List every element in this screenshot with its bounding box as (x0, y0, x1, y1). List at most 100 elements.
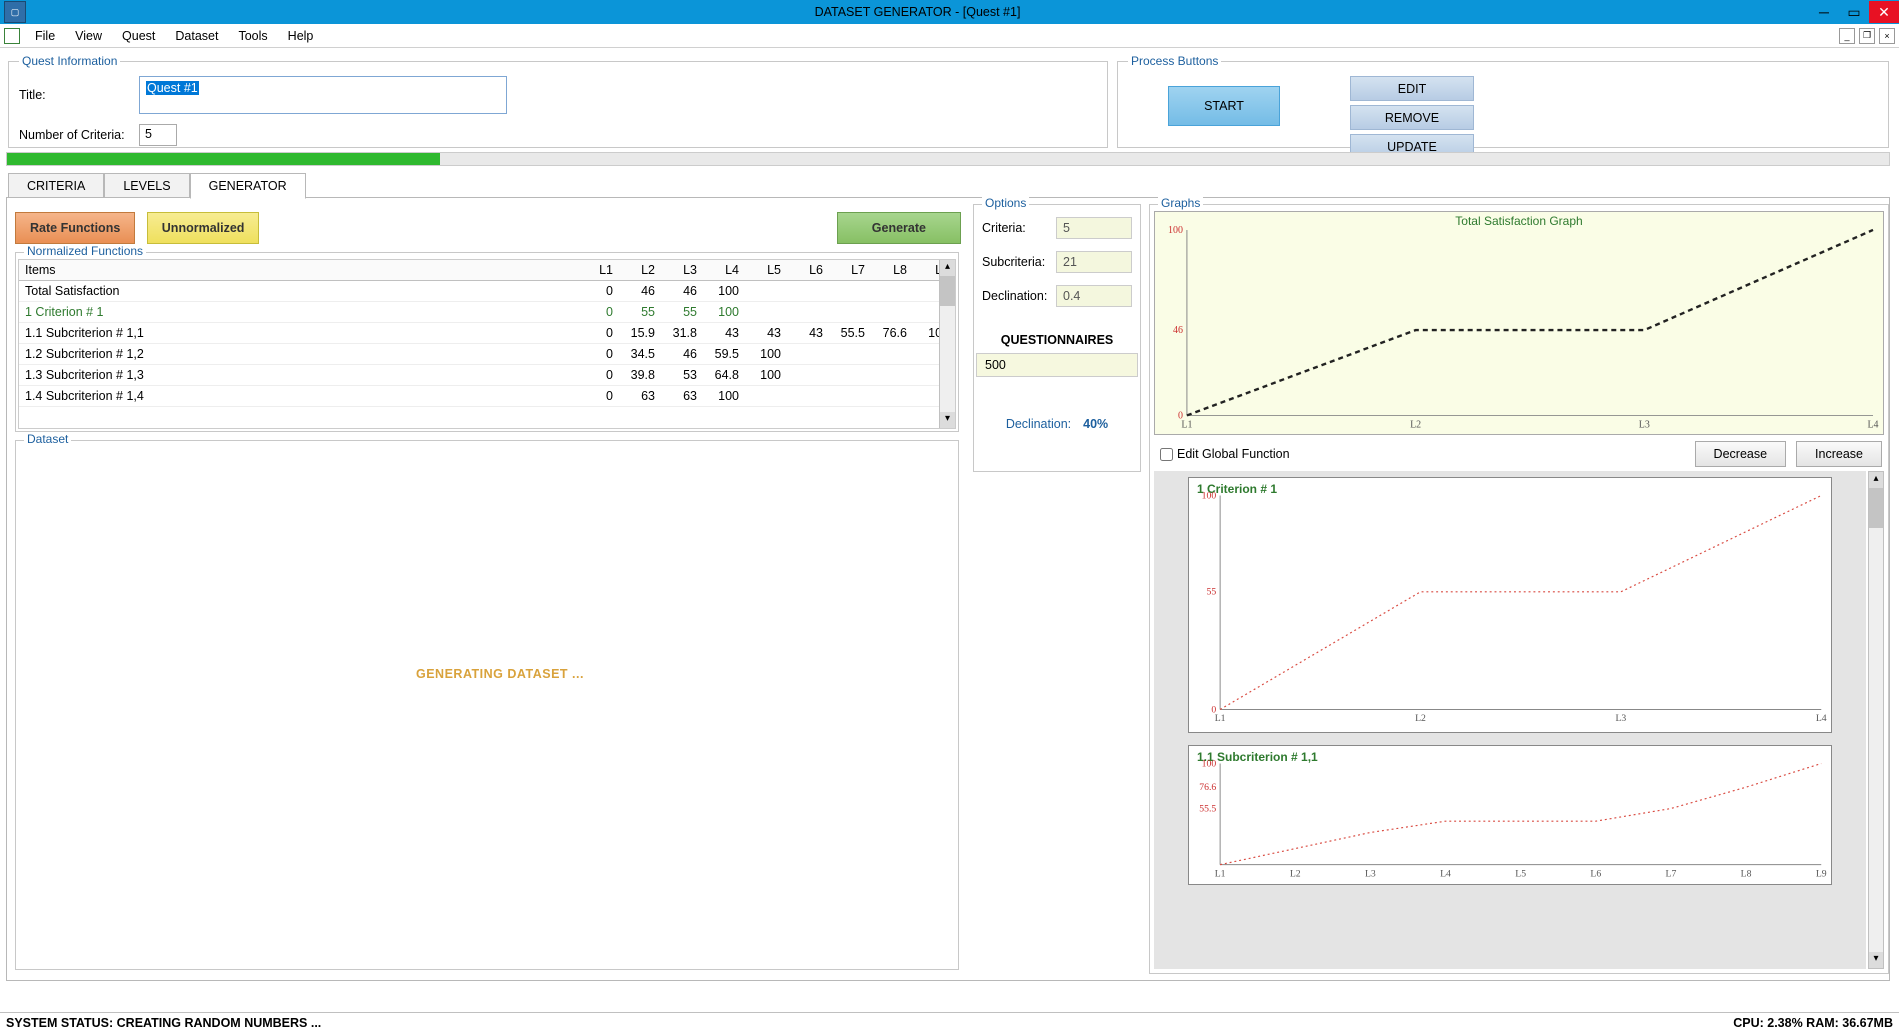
grid-header[interactable]: L4 (703, 260, 745, 281)
unnormalized-button[interactable]: Unnormalized (147, 212, 260, 244)
num-criteria-input[interactable]: 5 (139, 124, 177, 146)
declination-percent-label: Declination: (1006, 417, 1071, 431)
svg-text:L6: L6 (1590, 868, 1601, 879)
cell-value: 100 (703, 302, 745, 323)
cell-value (787, 281, 829, 302)
questionnaires-value[interactable]: 500 (976, 353, 1138, 377)
normalized-functions-legend: Normalized Functions (24, 244, 146, 258)
start-button[interactable]: START (1168, 86, 1280, 126)
remove-button[interactable]: REMOVE (1350, 105, 1474, 130)
generate-button[interactable]: Generate (837, 212, 961, 244)
svg-text:L3: L3 (1639, 419, 1650, 430)
svg-text:46: 46 (1173, 325, 1183, 336)
rate-functions-button[interactable]: Rate Functions (15, 212, 135, 244)
edit-global-function-label: Edit Global Function (1177, 447, 1290, 461)
tab-generator[interactable]: GENERATOR (190, 173, 306, 199)
progress-bar (6, 152, 1890, 166)
svg-text:L4: L4 (1867, 419, 1878, 430)
svg-text:L5: L5 (1515, 868, 1526, 879)
cell-value: 0 (577, 281, 619, 302)
cell-value (829, 281, 871, 302)
scroll-thumb[interactable] (940, 276, 955, 306)
cell-value: 0 (577, 365, 619, 386)
scroll-down-icon[interactable]: ▾ (940, 412, 955, 428)
edit-global-function-checkbox[interactable]: Edit Global Function (1156, 445, 1290, 464)
grid-header[interactable]: L3 (661, 260, 703, 281)
decrease-button[interactable]: Decrease (1695, 441, 1787, 467)
options-declination-value: 0.4 (1056, 285, 1132, 307)
options-subcriteria-label: Subcriteria: (982, 255, 1056, 269)
increase-button[interactable]: Increase (1796, 441, 1882, 467)
cell-value (745, 302, 787, 323)
svg-text:L4: L4 (1816, 713, 1827, 724)
cell-value: 31.8 (661, 323, 703, 344)
scroll-up-icon[interactable]: ▴ (1869, 472, 1883, 488)
grid-header[interactable]: L2 (619, 260, 661, 281)
mdi-minimize-button[interactable]: _ (1839, 28, 1855, 44)
process-buttons-legend: Process Buttons (1128, 54, 1221, 68)
grid-header[interactable]: L8 (871, 260, 913, 281)
menu-file[interactable]: File (26, 27, 64, 45)
cell-value: 43 (745, 323, 787, 344)
svg-text:L9: L9 (1816, 868, 1827, 879)
menu-quest[interactable]: Quest (113, 27, 164, 45)
grid-scrollbar[interactable]: ▴ ▾ (939, 260, 955, 428)
cell-value: 55 (661, 302, 703, 323)
edit-button[interactable]: EDIT (1350, 76, 1474, 101)
grid-header[interactable]: L1 (577, 260, 619, 281)
normalized-functions-grid[interactable]: ItemsL1L2L3L4L5L6L7L8L9 Total Satisfacti… (18, 259, 956, 429)
options-subcriteria-value: 21 (1056, 251, 1132, 273)
grid-header[interactable]: Items (19, 260, 577, 281)
process-buttons-group: Process Buttons START EDIT REMOVE UPDATE (1117, 54, 1889, 148)
progress-fill (7, 153, 440, 165)
row-name: 1.1 Subcriterion # 1,1 (19, 323, 577, 344)
window-minimize-button[interactable]: ─ (1809, 1, 1839, 23)
menu-help[interactable]: Help (279, 27, 323, 45)
cell-value: 100 (745, 344, 787, 365)
cell-value (829, 302, 871, 323)
edit-global-function-checkbox-input[interactable] (1160, 448, 1173, 461)
menu-tools[interactable]: Tools (229, 27, 276, 45)
cell-value: 0 (577, 386, 619, 407)
window-close-button[interactable]: ✕ (1869, 1, 1899, 23)
mdi-restore-button[interactable]: ❐ (1859, 28, 1875, 44)
cell-value: 53 (661, 365, 703, 386)
cell-value (787, 302, 829, 323)
table-row[interactable]: 1.3 Subcriterion # 1,3039.85364.8100 (19, 365, 955, 386)
grid-header[interactable]: L7 (829, 260, 871, 281)
scroll-up-icon[interactable]: ▴ (940, 260, 955, 276)
mdi-close-button[interactable]: × (1879, 28, 1895, 44)
table-row[interactable]: 1.2 Subcriterion # 1,2034.54659.5100 (19, 344, 955, 365)
table-row[interactable]: 1.1 Subcriterion # 1,1015.931.843434355.… (19, 323, 955, 344)
cell-value: 55.5 (829, 323, 871, 344)
cell-value (745, 386, 787, 407)
table-row[interactable]: Total Satisfaction04646100 (19, 281, 955, 302)
svg-text:L1: L1 (1181, 419, 1192, 430)
window-title: DATASET GENERATOR - [Quest #1] (26, 5, 1809, 19)
cell-value: 15.9 (619, 323, 661, 344)
svg-text:L3: L3 (1615, 713, 1626, 724)
cell-value (787, 365, 829, 386)
grid-header[interactable]: L5 (745, 260, 787, 281)
svg-text:L4: L4 (1440, 868, 1451, 879)
cell-value: 63 (661, 386, 703, 407)
table-row[interactable]: 1 Criterion # 105555100 (19, 302, 955, 323)
cell-value (829, 344, 871, 365)
title-input[interactable]: Quest #1 (139, 76, 507, 114)
menu-view[interactable]: View (66, 27, 111, 45)
svg-text:L3: L3 (1365, 868, 1376, 879)
num-criteria-value: 5 (145, 127, 152, 141)
cell-value: 63 (619, 386, 661, 407)
svg-text:L2: L2 (1415, 713, 1426, 724)
scroll-down-icon[interactable]: ▾ (1869, 952, 1883, 968)
subcharts-scrollbar[interactable]: ▴ ▾ (1868, 471, 1884, 969)
menu-dataset[interactable]: Dataset (166, 27, 227, 45)
tab-levels[interactable]: LEVELS (104, 173, 189, 199)
grid-header[interactable]: L6 (787, 260, 829, 281)
table-row[interactable]: 1.4 Subcriterion # 1,406363100 (19, 386, 955, 407)
window-maximize-button[interactable]: ▭ (1839, 1, 1869, 23)
tab-criteria[interactable]: CRITERIA (8, 173, 104, 199)
cell-value: 0 (577, 344, 619, 365)
scroll-thumb[interactable] (1869, 488, 1883, 528)
cell-value (871, 344, 913, 365)
